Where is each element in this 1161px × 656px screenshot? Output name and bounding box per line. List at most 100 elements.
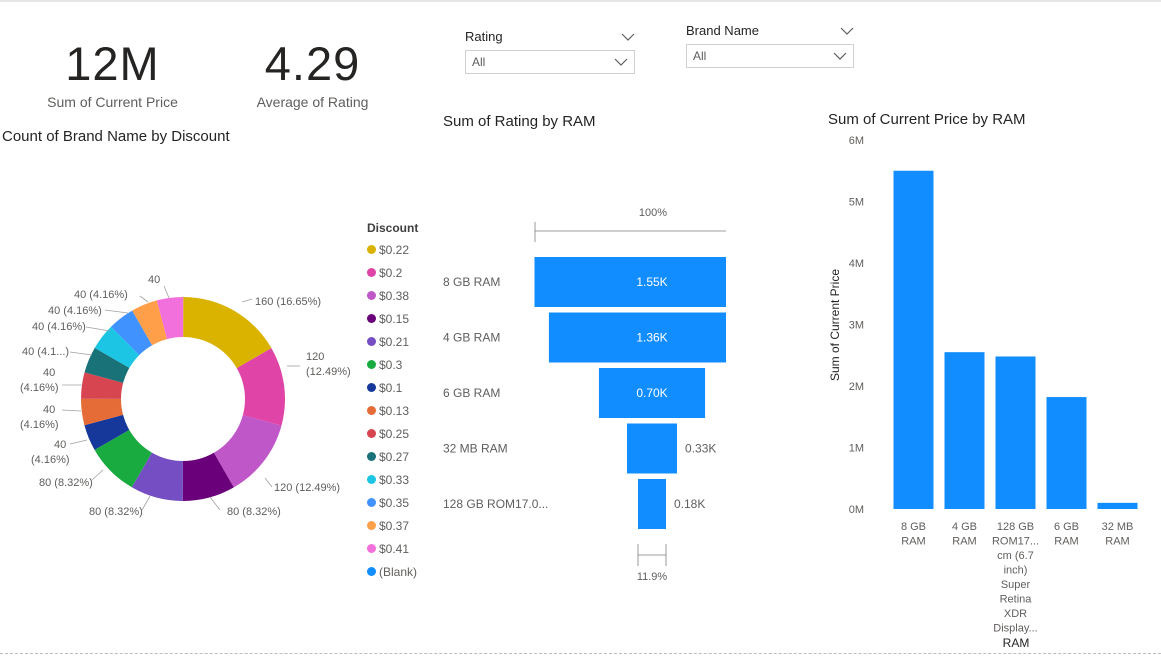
- legend-item[interactable]: $0.15: [367, 307, 418, 330]
- funnel-category-label: 8 GB RAM: [443, 275, 500, 289]
- rating-slicer-dropdown[interactable]: All: [465, 50, 635, 74]
- rating-slicer[interactable]: Rating All: [465, 29, 635, 74]
- legend-label: $0.15: [379, 311, 410, 326]
- column-bar[interactable]: [1097, 502, 1138, 509]
- legend-item[interactable]: $0.38: [367, 284, 418, 307]
- chevron-down-icon: [614, 58, 628, 66]
- x-tick-label: 128 GB: [997, 521, 1034, 533]
- funnel-data-label: 0.33K: [685, 442, 716, 456]
- legend-marker: [367, 544, 376, 553]
- legend-items: $0.22 $0.2 $0.38 $0.15 $0.21 $0.3 $0.1 $0.13 $0.…: [367, 238, 418, 583]
- legend-label: $0.3: [379, 357, 403, 372]
- legend-label: $0.35: [379, 495, 410, 510]
- legend-item[interactable]: $0.37: [367, 514, 418, 537]
- y-tick-label: 3M: [849, 320, 864, 332]
- top-border: [0, 0, 1161, 2]
- legend-item[interactable]: $0.2: [367, 261, 418, 284]
- legend-label: $0.2: [379, 265, 403, 280]
- legend-label: $0.1: [379, 380, 403, 395]
- legend-item[interactable]: $0.3: [367, 353, 418, 376]
- funnel-bar[interactable]: [626, 423, 678, 474]
- funnel-top-percent: 100%: [639, 207, 667, 219]
- legend-label: $0.13: [379, 403, 410, 418]
- y-tick-label: 1M: [849, 443, 864, 455]
- donut-label: 120 (12.49%): [274, 482, 340, 494]
- legend-item[interactable]: $0.35: [367, 491, 418, 514]
- legend-label: $0.37: [379, 518, 410, 533]
- x-tick-label: RAM: [901, 536, 925, 548]
- funnel-bar[interactable]: [534, 257, 727, 307]
- column-bar[interactable]: [1046, 397, 1087, 509]
- donut-label: (4.16%): [31, 454, 70, 466]
- y-axis-title: Sum of Current Price: [828, 269, 842, 381]
- legend-marker: [367, 268, 376, 277]
- legend-label: $0.25: [379, 426, 410, 441]
- x-tick-label: Display...: [993, 623, 1037, 635]
- legend-marker: [367, 567, 376, 576]
- donut-label: 120: [306, 351, 324, 363]
- legend-marker: [367, 498, 376, 507]
- kpi-card-price[interactable]: 12M Sum of Current Price: [30, 38, 195, 111]
- funnel-category-label: 128 GB ROM17.0...: [443, 497, 548, 511]
- x-axis-title: RAM: [1003, 636, 1030, 650]
- legend-item[interactable]: $0.33: [367, 468, 418, 491]
- legend-item[interactable]: $0.22: [367, 238, 418, 261]
- rating-slicer-value: All: [472, 55, 486, 69]
- legend-marker: [367, 337, 376, 346]
- legend-item[interactable]: $0.41: [367, 537, 418, 560]
- leader-line: [209, 496, 221, 511]
- legend-marker: [367, 406, 376, 415]
- y-tick-label: 4M: [849, 258, 864, 270]
- donut-label: 160 (16.65%): [255, 296, 321, 308]
- columns[interactable]: [893, 170, 1138, 509]
- y-tick-label: 5M: [849, 197, 864, 209]
- y-tick-label: 0M: [849, 504, 864, 516]
- funnel-bars[interactable]: 8 GB RAM 1.55K 4 GB RAM 1.36K 6 GB RAM 0.70K 3…: [443, 257, 726, 529]
- x-tick-label: inch): [1004, 565, 1028, 577]
- x-tick-label: 32 MB: [1102, 521, 1134, 533]
- column-bar[interactable]: [893, 170, 934, 509]
- legend-item[interactable]: (Blank): [367, 560, 418, 583]
- x-axis-labels: 8 GB RAM 4 GB RAM 128 GB ROM17... cm (6.7 inch)…: [901, 521, 1133, 635]
- legend-title: Discount: [367, 221, 419, 235]
- x-tick-label: Retina: [1000, 594, 1033, 606]
- chevron-down-icon[interactable]: [840, 27, 854, 35]
- x-tick-label: RAM: [1105, 536, 1129, 548]
- legend-label: $0.27: [379, 449, 410, 464]
- legend-item[interactable]: $0.21: [367, 330, 418, 353]
- x-tick-label: XDR: [1004, 608, 1027, 620]
- donut-label: 40 (4.16%): [48, 305, 102, 317]
- donut-slices[interactable]: [81, 297, 285, 501]
- x-tick-label: ROM17...: [992, 536, 1039, 548]
- donut-label: (4.16%): [20, 382, 59, 394]
- leader-line: [264, 477, 273, 488]
- funnel-bar[interactable]: [638, 479, 666, 529]
- donut-label: 40 (4.16%): [74, 289, 128, 301]
- x-tick-label: Super: [1001, 579, 1031, 591]
- donut-label: 40 (4.16%): [32, 321, 86, 333]
- leader-line: [69, 439, 88, 445]
- funnel-percent-bracket-bottom: [637, 544, 667, 566]
- brand-slicer[interactable]: Brand Name All: [686, 23, 854, 68]
- x-tick-label: RAM: [952, 536, 976, 548]
- chevron-down-icon[interactable]: [621, 33, 635, 41]
- column-chart[interactable]: Sum of Current Price 0M 1M 2M 3M 4M 5M 6M 8 GB…: [820, 130, 1160, 650]
- legend-marker: [367, 314, 376, 323]
- bar-title: Sum of Current Price by RAM: [828, 111, 1026, 128]
- column-bar[interactable]: [995, 356, 1036, 509]
- legend-item[interactable]: $0.25: [367, 422, 418, 445]
- funnel-chart[interactable]: 100% 8 GB RAM 1.55K 4 GB RAM 1.36K 6 GB RAM 0…: [436, 195, 726, 590]
- funnel-data-label: 0.18K: [674, 497, 705, 511]
- y-axis-ticks: 0M 1M 2M 3M 4M 5M 6M: [849, 135, 864, 516]
- brand-slicer-dropdown[interactable]: All: [686, 44, 854, 68]
- legend-item[interactable]: $0.13: [367, 399, 418, 422]
- legend-item[interactable]: $0.1: [367, 376, 418, 399]
- funnel-percent-bracket-top: [534, 222, 726, 242]
- leader-line: [61, 409, 82, 412]
- legend-marker: [367, 245, 376, 254]
- y-tick-label: 6M: [849, 135, 864, 147]
- legend-item[interactable]: $0.27: [367, 445, 418, 468]
- kpi-card-rating[interactable]: 4.29 Average of Rating: [230, 38, 395, 111]
- column-bar[interactable]: [944, 352, 985, 509]
- donut-label: 40: [43, 404, 55, 416]
